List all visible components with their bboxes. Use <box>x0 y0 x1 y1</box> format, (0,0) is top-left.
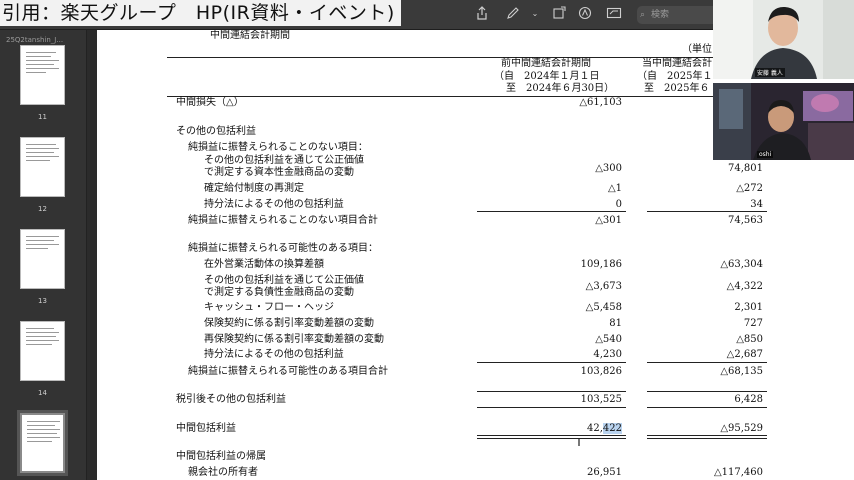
row-label: 中間包括利益の帰属 <box>176 451 266 462</box>
subtotal-rule <box>647 211 767 212</box>
subtotal-rule <box>477 362 626 363</box>
row-prev-value: 4,230 <box>593 349 622 360</box>
row-label: キャッシュ・フロー・ヘッジ <box>204 302 334 313</box>
row-prev-value: 81 <box>609 318 622 329</box>
row-label: 確定給付制度の再測定 <box>204 183 304 194</box>
row-label: 純損益に振替えられることのない項目： <box>188 142 368 153</box>
row-label: その他の包括利益を通じて公正価値 <box>204 275 364 286</box>
row-label: 保険契約に係る割引率変動差額の変動 <box>204 318 374 329</box>
row-label: 純損益に振替えられることのない項目合計 <box>188 215 378 226</box>
row-label: 純損益に振替えられる可能性のある項目： <box>188 243 378 254</box>
prev-period-header: 前中間連結会計期間 <box>501 58 591 69</box>
share-icon[interactable] <box>474 6 490 22</box>
total-rule <box>647 407 767 408</box>
page-thumbnail-selected[interactable] <box>20 413 65 473</box>
page-thumbnail[interactable] <box>20 45 65 105</box>
row-curr-value: 6,428 <box>734 394 763 405</box>
video-tile-participant-2[interactable]: oshi <box>713 83 854 160</box>
row-curr-value: 74,801 <box>728 163 763 174</box>
row-curr-value: △4,322 <box>726 281 763 292</box>
row-curr-value: 74,563 <box>728 215 763 226</box>
row-label: その他の包括利益を通じて公正価値 <box>204 155 364 166</box>
row-label: 中間損失（△） <box>176 97 244 108</box>
double-rule <box>477 435 626 439</box>
participant-1-name: 安藤 義人 <box>755 68 785 77</box>
thumbnail-page-number: 12 <box>38 205 47 213</box>
row-prev-value: △300 <box>595 163 622 174</box>
participant-2-name: oshi <box>757 151 774 158</box>
row-prev-value: △540 <box>595 334 622 345</box>
thumbnail-page-number: 14 <box>38 389 47 397</box>
row-curr-value: △117,460 <box>713 467 763 478</box>
prev-period-from: （自 2024年１月１日 <box>494 71 600 82</box>
pen-icon[interactable] <box>505 6 521 22</box>
total-rule <box>647 391 767 392</box>
row-prev-value: 103,525 <box>580 394 622 405</box>
row-prev-value: △1 <box>607 183 622 194</box>
page-thumbnail[interactable] <box>20 321 65 381</box>
row-curr-value: △272 <box>736 183 763 194</box>
row-prev-value: △301 <box>595 215 622 226</box>
pdf-viewer-window: ⌄ ⌕ 検索 引用：楽天グループ HP(IR資料・イベント) 25Q2tansh… <box>0 0 854 480</box>
text-cursor <box>578 439 580 446</box>
chevron-down-icon[interactable]: ⌄ <box>527 6 543 22</box>
search-icon: ⌕ <box>640 10 646 20</box>
text-selection-highlight: 422 <box>602 423 622 434</box>
row-curr-value: 2,301 <box>734 302 763 313</box>
row-prev-value: △61,103 <box>579 97 622 108</box>
selected-value[interactable]: 42,422 <box>522 423 622 435</box>
thumbnail-page-number: 11 <box>38 113 47 121</box>
row-curr-value: 34 <box>750 199 763 210</box>
row-label-line2: で測定する資本性金融商品の変動 <box>204 167 354 178</box>
value-prefix: 42, <box>587 423 603 434</box>
annotate-icon[interactable] <box>606 6 622 22</box>
row-curr-value: △63,304 <box>720 259 763 270</box>
row-prev-value: 109,186 <box>580 259 622 270</box>
curr-period-from: （自 2025年１ <box>637 71 713 82</box>
period-label: 中間連結会計期間 <box>210 30 290 41</box>
row-prev-value: 103,826 <box>580 366 622 377</box>
video-tile-participant-1[interactable]: 安藤 義人 <box>713 0 854 79</box>
prev-period-to: 至 2024年６月30日） <box>506 83 615 94</box>
row-curr-value: △68,135 <box>720 366 763 377</box>
row-prev-value: 26,951 <box>587 467 622 478</box>
row-curr-value: 727 <box>743 318 763 329</box>
subtotal-rule <box>477 211 626 212</box>
total-rule <box>477 407 626 408</box>
double-rule <box>647 435 767 439</box>
row-label: 在外営業活動体の換算差額 <box>204 259 324 270</box>
subtotal-rule <box>647 362 767 363</box>
row-label-line2: で測定する負債性金融商品の変動 <box>204 287 354 298</box>
sidebar-filename: 25Q2tanshin_J... <box>6 36 64 44</box>
row-label: 親会社の所有者 <box>188 467 258 478</box>
row-label: 純損益に振替えられる可能性のある項目合計 <box>188 366 388 377</box>
participant-2-image <box>713 83 854 160</box>
row-curr-value: △850 <box>736 334 763 345</box>
row-label: 持分法によるその他の包括利益 <box>204 349 344 360</box>
total-rule <box>477 391 626 392</box>
crop-icon[interactable] <box>551 6 567 22</box>
page-thumbnail[interactable] <box>20 229 65 289</box>
row-label: 税引後その他の包括利益 <box>176 394 286 405</box>
row-prev-value: 0 <box>615 199 622 210</box>
citation-overlay: 引用：楽天グループ HP(IR資料・イベント) <box>0 0 401 26</box>
curr-period-to: 至 2025年６ <box>644 83 710 94</box>
markup-icon[interactable] <box>577 6 593 22</box>
thumbnail-sidebar: 25Q2tanshin_J... 11 12 13 14 <box>0 30 87 480</box>
row-label: その他の包括利益 <box>176 126 256 137</box>
row-curr-value: △95,529 <box>720 423 763 434</box>
search-placeholder: 検索 <box>651 10 670 20</box>
unit-label: （単位 <box>682 44 712 55</box>
curr-period-header: 当中間連結会計 <box>642 58 712 69</box>
row-prev-value: △5,458 <box>585 302 622 313</box>
row-curr-value: △2,687 <box>726 349 763 360</box>
row-prev-value: △3,673 <box>585 281 622 292</box>
row-label: 再保険契約に係る割引率変動差額の変動 <box>204 334 384 345</box>
thumbnail-page-number: 13 <box>38 297 47 305</box>
page-thumbnail[interactable] <box>20 137 65 197</box>
row-label: 持分法によるその他の包括利益 <box>204 199 344 210</box>
row-label: 中間包括利益 <box>176 423 236 434</box>
